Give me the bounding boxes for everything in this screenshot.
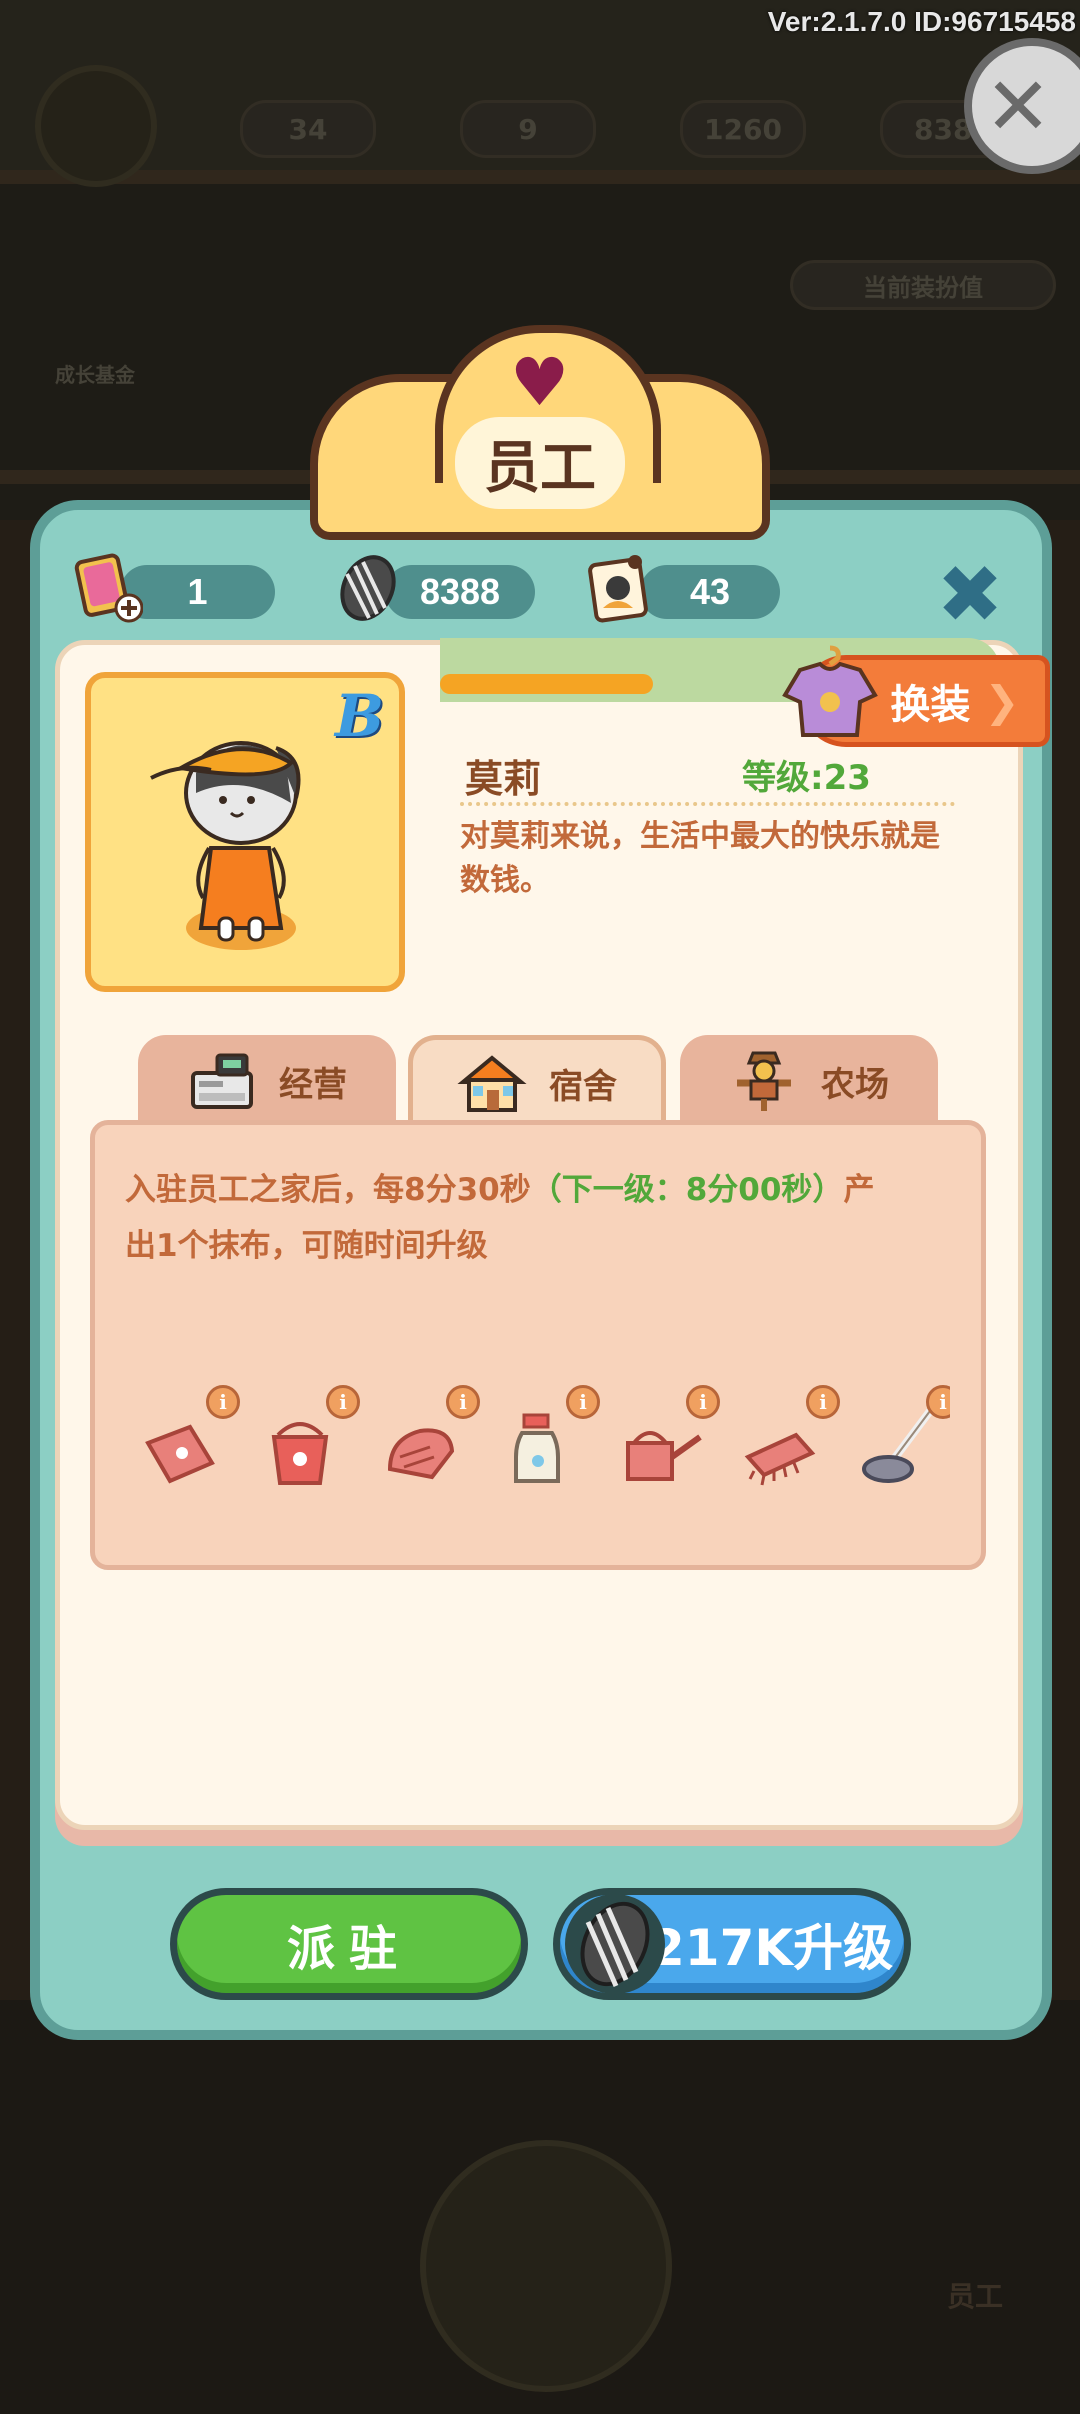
chevron-right-icon: ❯ [984, 676, 1020, 726]
upgrade-button-label: 217K升级 [650, 1919, 894, 1977]
cash-register-icon [191, 1053, 253, 1109]
employee-description: 对莫莉来说，生活中最大的快乐就是数钱。 [460, 819, 940, 898]
info-icon[interactable]: i [326, 1385, 360, 1419]
sunflower-seed-icon [328, 548, 408, 628]
panel-title: 员工 [455, 417, 625, 509]
bucket-item[interactable]: i [260, 1385, 360, 1495]
watering-can-icon [626, 1431, 702, 1481]
version-label: Ver:2.1.7.0 ID:96715458 [767, 6, 1076, 37]
spray-bottle-item[interactable]: i [500, 1385, 600, 1495]
info-icon[interactable]: i [806, 1385, 840, 1419]
scarecrow-icon [737, 1051, 791, 1111]
mop-icon [862, 1408, 934, 1483]
staff-card-counter: 43 [640, 565, 780, 619]
rank-badge: B [335, 682, 385, 750]
outfit-button-label: 换装 [890, 682, 971, 728]
watering-can-item[interactable]: i [620, 1385, 720, 1495]
tab-business-label: 经营 [279, 1064, 347, 1105]
ticket-icon[interactable] [68, 548, 148, 628]
employee-name: 莫莉 [465, 757, 542, 801]
production-items-list: i i i i i i i [140, 1385, 950, 1495]
dormitory-info-text: 入驻员工之家后，每8分30秒（下一级：8分00秒）产出1个抹布，可随时间升级 [125, 1172, 875, 1264]
scrub-brush-item[interactable]: i [740, 1385, 840, 1495]
divider [460, 802, 955, 806]
tab-dormitory-label: 宿舍 [549, 1067, 617, 1107]
info-icon[interactable]: i [446, 1385, 480, 1419]
panel-close-button[interactable]: ✖ [930, 555, 1010, 635]
close-icon: ✖ [936, 548, 1004, 641]
info-icon[interactable]: i [566, 1385, 600, 1419]
staff-card-icon [578, 548, 658, 628]
outfit-shirt-icon [775, 640, 885, 750]
bucket-icon [271, 1422, 329, 1485]
scrub-brush-icon [744, 1432, 816, 1486]
mop-item[interactable]: i [860, 1385, 950, 1495]
tab-farm[interactable]: 农场 [680, 1035, 938, 1127]
dispatch-button-label: 派驻 [286, 1921, 411, 1977]
tab-farm-label: 农场 [821, 1064, 889, 1105]
dispatch-button[interactable]: 派驻 [170, 1888, 528, 2000]
title-banner: ♥ 员工 [310, 325, 770, 540]
tab-dormitory[interactable]: 宿舍 [408, 1035, 666, 1127]
tab-business[interactable]: 经营 [138, 1035, 396, 1127]
glove-icon [387, 1428, 455, 1480]
level-progress-fill [440, 674, 653, 694]
spray-bottle-icon [514, 1413, 560, 1483]
house-icon [457, 1054, 527, 1112]
heart-icon: ♥ [510, 344, 570, 421]
sunflower-seed-icon [560, 1888, 670, 2000]
cloth-icon [145, 1424, 215, 1484]
info-icon[interactable]: i [686, 1385, 720, 1419]
close-icon: ✕ [984, 59, 1052, 153]
cloth-item[interactable]: i [140, 1385, 240, 1495]
glove-item[interactable]: i [380, 1385, 480, 1495]
info-icon[interactable]: i [206, 1385, 240, 1419]
employee-level: 等级:23 [742, 758, 871, 798]
